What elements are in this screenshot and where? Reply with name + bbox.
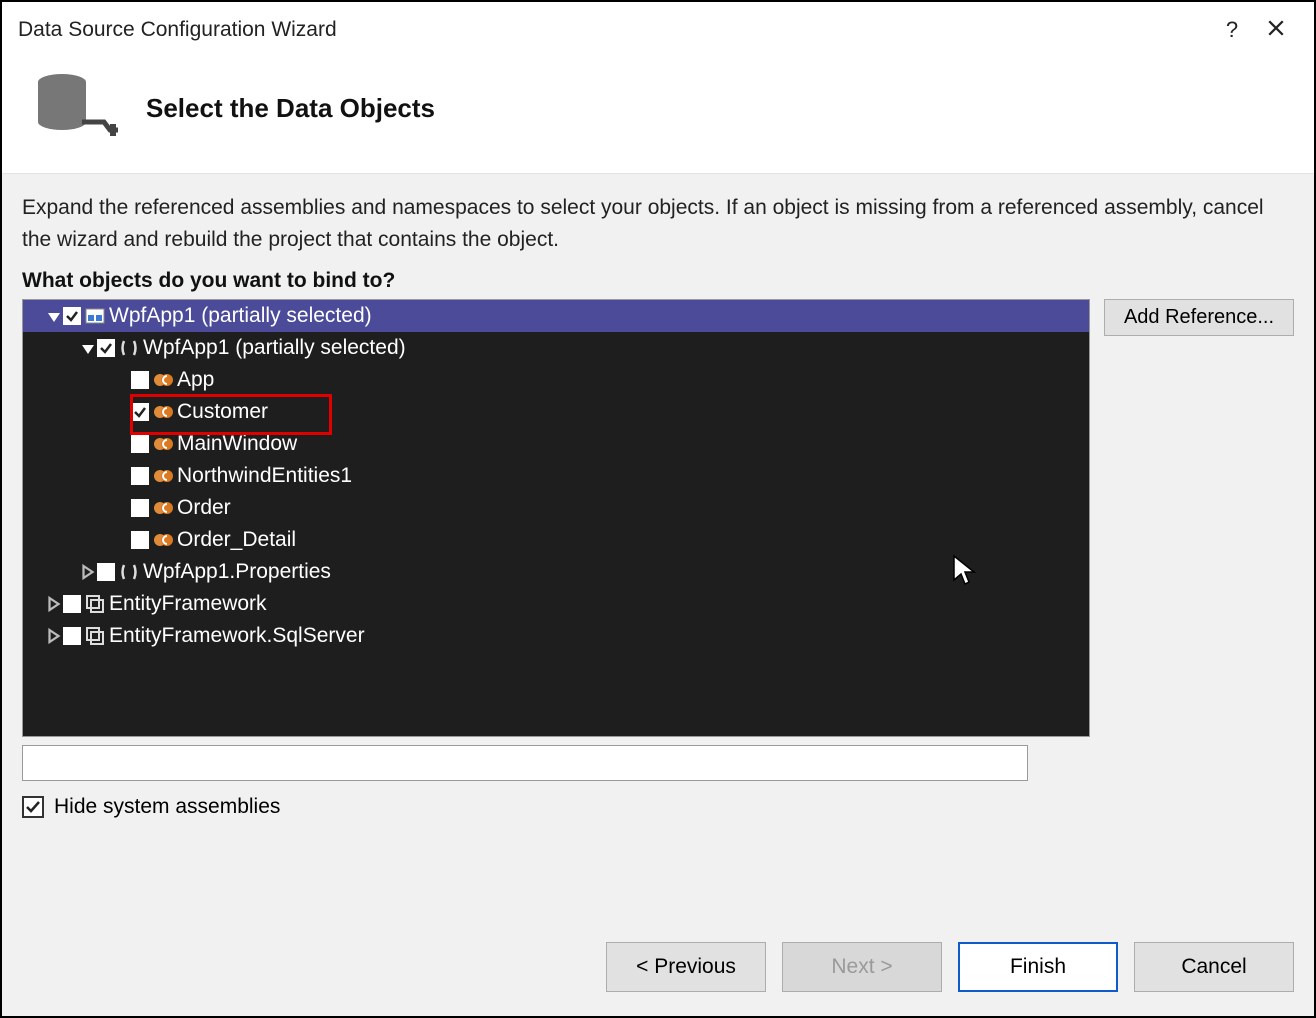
- hide-system-assemblies-checkbox[interactable]: Hide system assemblies: [22, 795, 1294, 819]
- tree-node-label: Order_Detail: [175, 527, 296, 552]
- tree-node-ord[interactable]: Order: [23, 492, 1089, 524]
- tree-node-ne[interactable]: NorthwindEntities1: [23, 460, 1089, 492]
- objects-tree[interactable]: WpfApp1 (partially selected) WpfApp1 (par…: [22, 299, 1090, 737]
- class-icon: [152, 401, 174, 423]
- hide-system-assemblies-label: Hide system assemblies: [54, 795, 280, 819]
- class-icon: [152, 497, 174, 519]
- close-button[interactable]: [1254, 17, 1298, 43]
- page-heading: Select the Data Objects: [146, 93, 435, 124]
- next-button: Next >: [782, 942, 942, 992]
- namespace-icon: [118, 561, 140, 583]
- tree-node-app[interactable]: App: [23, 364, 1089, 396]
- tree-checkbox[interactable]: [131, 499, 149, 517]
- tree-node-label: EntityFramework: [107, 591, 267, 616]
- tree-node-label: WpfApp1.Properties: [141, 559, 331, 584]
- project-icon: [84, 305, 106, 327]
- tree-checkbox[interactable]: [63, 307, 81, 325]
- class-icon: [152, 433, 174, 455]
- tree-node-label: WpfApp1 (partially selected): [141, 335, 406, 360]
- tree-node-label: Order: [175, 495, 231, 520]
- previous-button[interactable]: < Previous: [606, 942, 766, 992]
- titlebar: Data Source Configuration Wizard ?: [2, 2, 1314, 58]
- finish-button[interactable]: Finish: [958, 942, 1118, 992]
- class-icon: [152, 465, 174, 487]
- tree-checkbox[interactable]: [63, 595, 81, 613]
- datasource-icon: [30, 70, 118, 147]
- expand-toggle-icon[interactable]: [45, 307, 63, 325]
- tree-node-mw[interactable]: MainWindow: [23, 428, 1089, 460]
- tree-node-label: MainWindow: [175, 431, 297, 456]
- instructions-text: Expand the referenced assemblies and nam…: [22, 192, 1294, 255]
- expand-toggle-icon[interactable]: [45, 627, 63, 645]
- tree-node-cust[interactable]: Customer: [23, 396, 1089, 428]
- class-icon: [152, 529, 174, 551]
- tree-checkbox[interactable]: [131, 403, 149, 421]
- add-reference-button[interactable]: Add Reference...: [1104, 299, 1294, 336]
- tree-node-proj[interactable]: WpfApp1 (partially selected): [23, 300, 1089, 332]
- tree-node-props[interactable]: WpfApp1.Properties: [23, 556, 1089, 588]
- expand-toggle-icon[interactable]: [79, 339, 97, 357]
- namespace-icon: [118, 337, 140, 359]
- assembly-icon: [84, 625, 106, 647]
- prompt-text: What objects do you want to bind to?: [22, 269, 1294, 293]
- tree-checkbox[interactable]: [97, 339, 115, 357]
- wizard-footer: < Previous Next > Finish Cancel: [2, 920, 1314, 1016]
- wizard-body: Expand the referenced assemblies and nam…: [2, 174, 1314, 920]
- checkbox-icon: [22, 796, 44, 818]
- tree-node-ef[interactable]: EntityFramework: [23, 588, 1089, 620]
- tree-node-label: App: [175, 367, 214, 392]
- window-title: Data Source Configuration Wizard: [18, 18, 337, 42]
- tree-checkbox[interactable]: [131, 467, 149, 485]
- assembly-icon: [84, 593, 106, 615]
- expand-toggle-icon[interactable]: [79, 563, 97, 581]
- tree-node-efs[interactable]: EntityFramework.SqlServer: [23, 620, 1089, 652]
- expand-toggle-icon[interactable]: [45, 595, 63, 613]
- tree-node-label: Customer: [175, 399, 268, 424]
- class-icon: [152, 369, 174, 391]
- tree-node-label: WpfApp1 (partially selected): [107, 303, 372, 328]
- tree-node-label: EntityFramework.SqlServer: [107, 623, 365, 648]
- wizard-window: Data Source Configuration Wizard ? Selec…: [0, 0, 1316, 1018]
- tree-node-label: NorthwindEntities1: [175, 463, 352, 488]
- tree-checkbox[interactable]: [131, 435, 149, 453]
- tree-node-ordd[interactable]: Order_Detail: [23, 524, 1089, 556]
- help-button[interactable]: ?: [1210, 17, 1254, 43]
- tree-checkbox[interactable]: [63, 627, 81, 645]
- tree-checkbox[interactable]: [131, 371, 149, 389]
- selected-path-field[interactable]: [22, 745, 1028, 781]
- tree-checkbox[interactable]: [97, 563, 115, 581]
- cancel-button[interactable]: Cancel: [1134, 942, 1294, 992]
- wizard-header: Select the Data Objects: [2, 58, 1314, 174]
- tree-node-ns[interactable]: WpfApp1 (partially selected): [23, 332, 1089, 364]
- tree-checkbox[interactable]: [131, 531, 149, 549]
